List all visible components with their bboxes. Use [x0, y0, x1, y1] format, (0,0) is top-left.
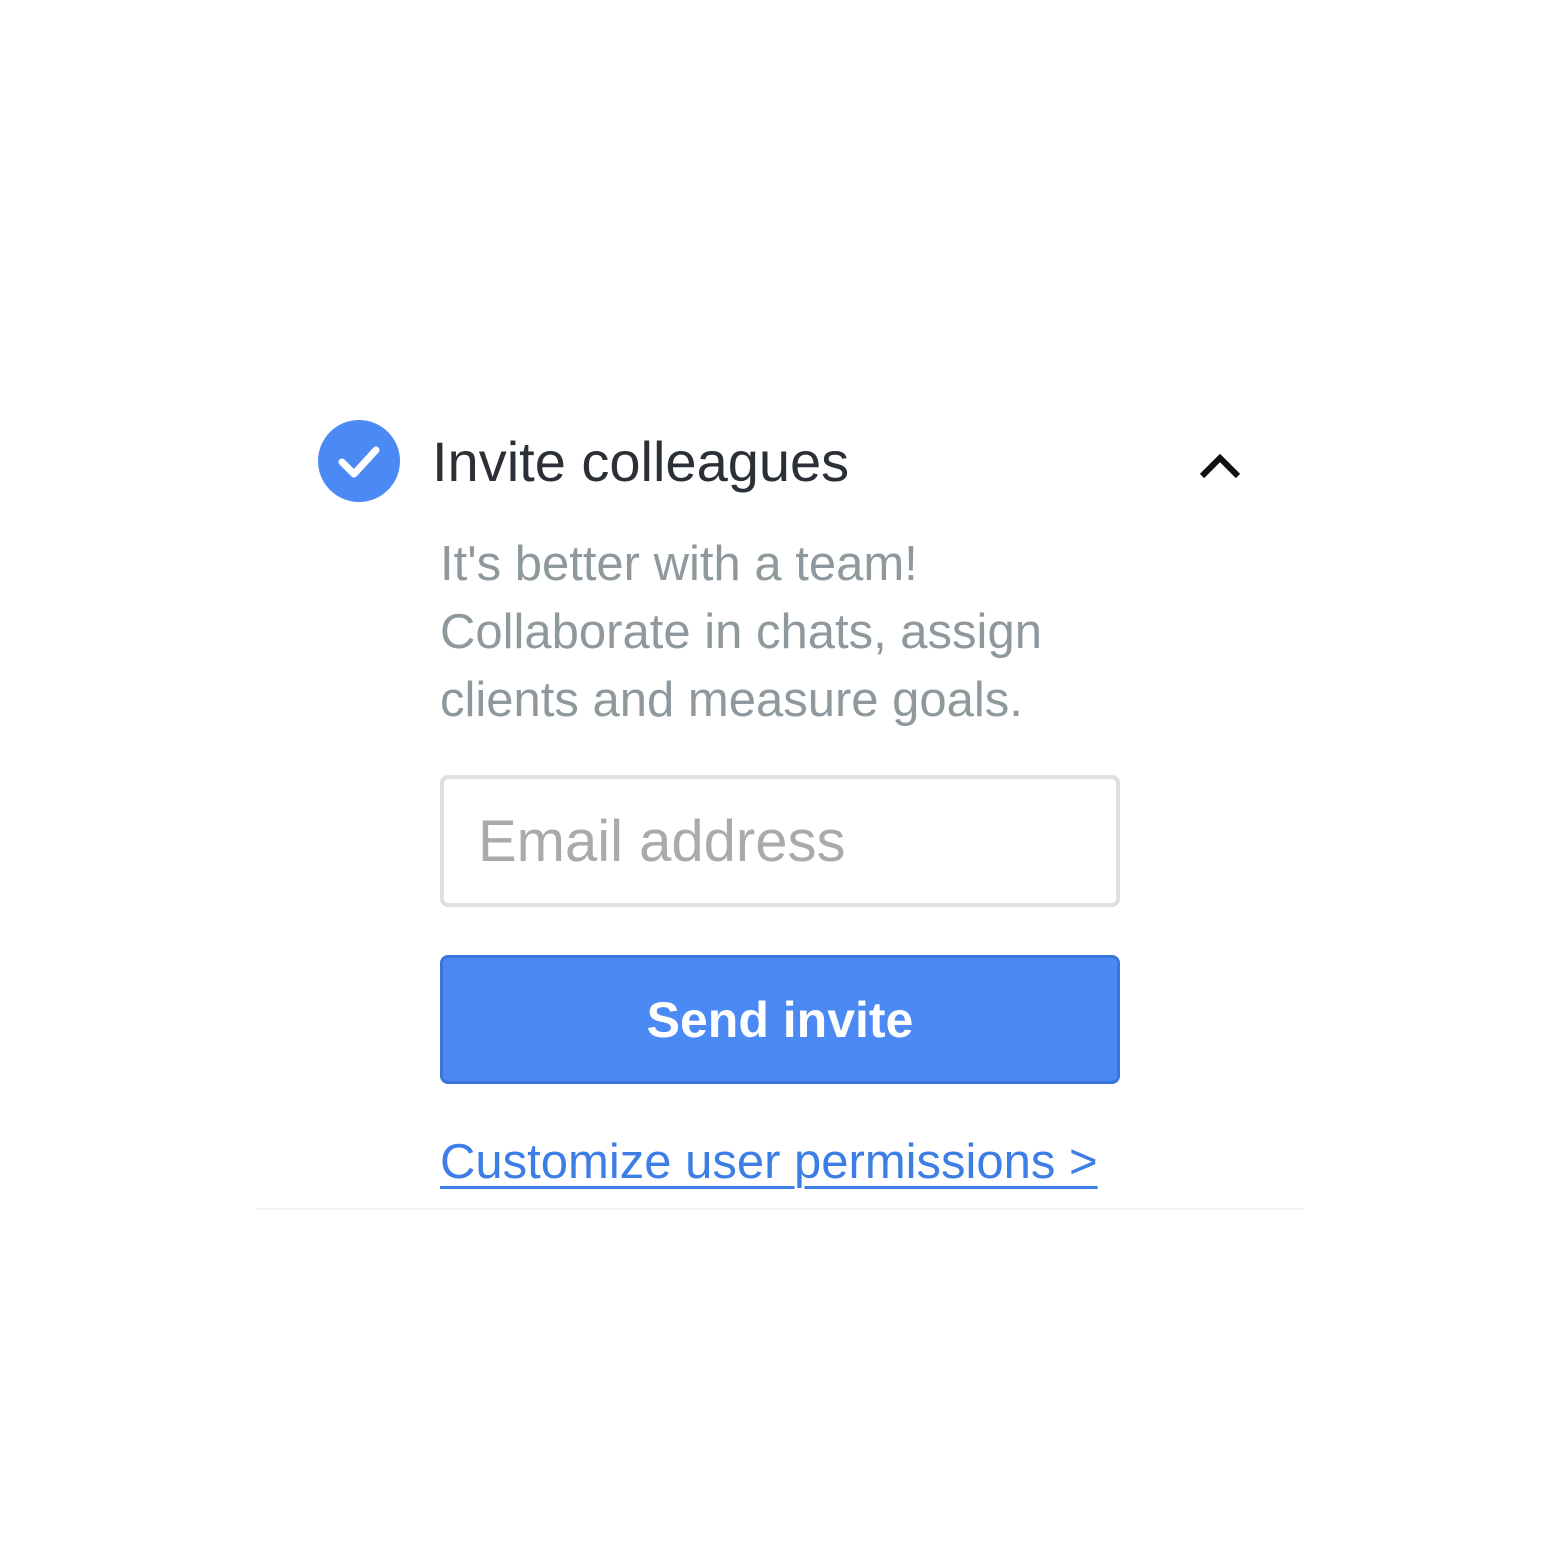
description-line: It's better with a team!	[440, 537, 918, 591]
invite-colleagues-panel: Invite colleagues It's better with a tea…	[256, 400, 1304, 1210]
panel-title: Invite colleagues	[432, 430, 850, 493]
customize-permissions-link[interactable]: Customize user permissions >	[440, 1130, 1098, 1194]
panel-header[interactable]: Invite colleagues	[318, 420, 1258, 504]
panel-description: It's better with a team! Collaborate in …	[440, 530, 1140, 734]
description-line: Collaborate in chats, assign	[440, 605, 1042, 659]
collapse-button[interactable]	[1188, 434, 1252, 498]
send-invite-button[interactable]: Send invite	[440, 955, 1120, 1084]
description-line: clients and measure goals.	[440, 673, 1023, 727]
check-circle-icon	[318, 420, 400, 502]
chevron-up-icon	[1199, 453, 1241, 479]
email-input[interactable]	[440, 775, 1120, 907]
